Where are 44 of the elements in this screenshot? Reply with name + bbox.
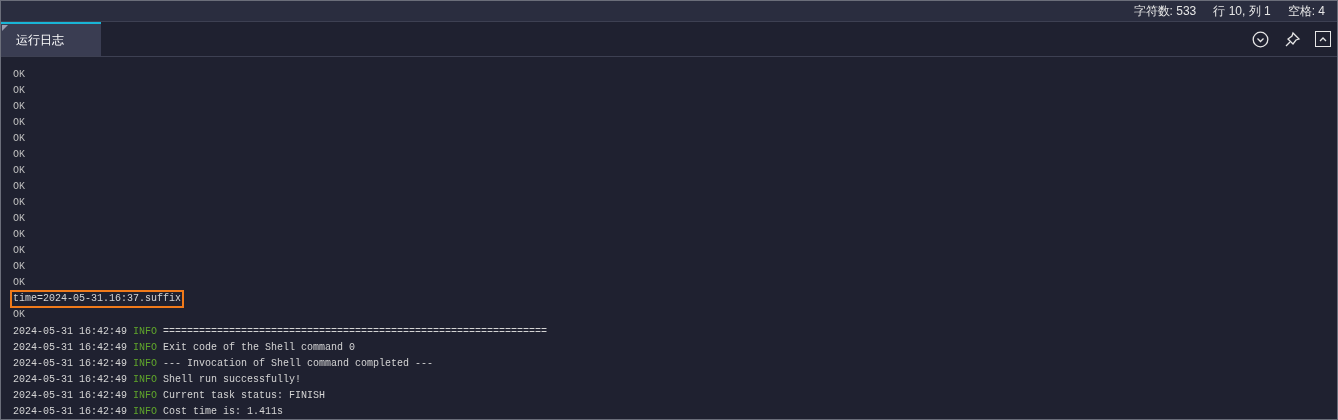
log-message: Current task status: FINISH bbox=[163, 388, 326, 403]
log-line: OK bbox=[13, 196, 25, 210]
log-line: OK bbox=[13, 164, 25, 178]
collapse-down-button[interactable] bbox=[1251, 30, 1269, 48]
log-timestamp: 2024-05-31 16:42:49 bbox=[13, 372, 128, 387]
pin-icon bbox=[1283, 30, 1301, 48]
log-line: OK bbox=[13, 180, 25, 194]
log-message: Cost time is: 1.411s bbox=[163, 404, 284, 419]
log-message: --- Invocation of Shell command completed --- bbox=[163, 356, 434, 371]
status-item: 行 10, 列 1 bbox=[1213, 3, 1271, 20]
tab[interactable]: 运行日志 bbox=[1, 22, 101, 56]
log-level: INFO bbox=[133, 340, 158, 355]
log-line: OK bbox=[13, 228, 25, 242]
log-level: INFO bbox=[133, 388, 158, 403]
status-item: 空格: 4 bbox=[1287, 3, 1325, 20]
log-message: ================================================================ bbox=[163, 324, 548, 339]
log-level: INFO bbox=[133, 356, 158, 371]
log-level: INFO bbox=[133, 404, 158, 419]
log-line: OK bbox=[13, 276, 25, 290]
log-line: OK bbox=[13, 260, 25, 274]
log-line: OK bbox=[13, 244, 25, 258]
log-timestamp: 2024-05-31 16:42:49 bbox=[13, 356, 128, 371]
corner-mark-icon bbox=[2, 25, 8, 31]
log-level: INFO bbox=[133, 372, 158, 387]
log-level: INFO bbox=[133, 324, 158, 339]
caret-up-icon bbox=[1318, 35, 1328, 43]
log-line: OK bbox=[13, 212, 25, 226]
log-line: OK bbox=[13, 68, 25, 82]
maximize-button[interactable] bbox=[1315, 31, 1331, 47]
chevron-circle-icon bbox=[1251, 30, 1269, 48]
log-timestamp: 2024-05-31 16:42:49 bbox=[13, 340, 128, 355]
log-line: OK bbox=[13, 148, 25, 162]
log-line: OK bbox=[13, 84, 25, 98]
log-message: Exit code of the Shell command 0 bbox=[163, 340, 356, 355]
pin-button[interactable] bbox=[1283, 30, 1301, 48]
log-line: OK bbox=[13, 116, 25, 130]
status-item: 字符数: 533 bbox=[1133, 3, 1197, 20]
log-timestamp: 2024-05-31 16:42:49 bbox=[13, 324, 128, 339]
log-line: OK bbox=[13, 132, 25, 146]
log-line: OK bbox=[13, 308, 25, 322]
log-timestamp: 2024-05-31 16:42:49 bbox=[13, 404, 128, 419]
log-message: Shell run successfully! bbox=[163, 372, 302, 387]
log-timestamp: 2024-05-31 16:42:49 bbox=[13, 388, 128, 403]
log-line: OK bbox=[13, 100, 25, 114]
